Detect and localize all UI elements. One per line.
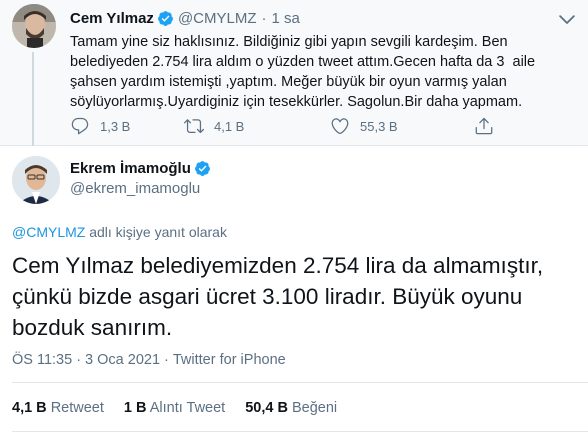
parent-tweet-header: Cem Yılmaz @CMYLMZ · 1 sa <box>70 8 578 28</box>
tweet-source[interactable]: Twitter for iPhone <box>173 352 286 368</box>
stat-label: Alıntı Tweet <box>149 400 226 416</box>
reply-count: 1,3 B <box>100 118 131 134</box>
reply-icon <box>71 117 89 135</box>
author-handle[interactable]: @CMYLMZ <box>178 10 257 27</box>
retweet-button[interactable]: 4,1 B <box>184 116 284 136</box>
avatar[interactable] <box>12 156 60 204</box>
verified-badge-icon <box>194 161 210 176</box>
author-handle[interactable]: @ekrem_imamoglu <box>70 180 200 197</box>
retweet-icon <box>184 119 204 134</box>
parent-tweet-body: Cem Yılmaz @CMYLMZ · 1 sa Tamam yine siz… <box>70 8 578 112</box>
reply-button[interactable]: 1,3 B <box>70 116 170 136</box>
avatar-photo <box>12 156 60 204</box>
like-stat[interactable]: 50,4 B Beğeni <box>245 400 337 416</box>
divider <box>12 382 588 383</box>
stat-label: Retweet <box>50 400 104 416</box>
separator-dot: · <box>164 352 169 368</box>
separator-dot: · <box>261 9 267 27</box>
verified-badge-icon <box>157 10 173 26</box>
tweet-meta: ÖS 11:35 · 3 Oca 2021 · Twitter for iPhone <box>12 352 286 368</box>
tweet-text: Cem Yılmaz belediyemizden 2.754 lira da … <box>12 253 544 340</box>
reply-mention-link[interactable]: @CMYLMZ <box>12 224 85 240</box>
chevron-down-icon[interactable] <box>556 8 578 30</box>
tweet-action-bar: 1,3 B 4,1 B 55,3 B <box>70 116 530 136</box>
share-icon <box>475 117 493 135</box>
divider <box>12 431 588 432</box>
share-button[interactable] <box>474 116 504 136</box>
tweet-date[interactable]: 3 Oca 2021 <box>85 352 160 368</box>
author-name[interactable]: Cem Yılmaz <box>70 10 154 27</box>
stat-label: Beğeni <box>291 400 338 416</box>
thread-connector-line <box>32 52 34 146</box>
like-count: 55,3 B <box>360 118 398 134</box>
stat-value: 1 B <box>123 400 147 416</box>
heart-icon <box>331 118 349 135</box>
avatar[interactable] <box>12 4 56 48</box>
author-name-row: Ekrem İmamoğlu <box>70 160 215 177</box>
avatar-photo <box>12 4 56 48</box>
replying-to: @CMYLMZ adlı kişiye yanıt olarak <box>12 224 227 240</box>
stat-value: 4,1 B <box>12 400 47 416</box>
replying-label: adlı kişiye yanıt olarak <box>85 224 227 240</box>
tweet-time[interactable]: ÖS 11:35 <box>12 352 72 368</box>
parent-tweet[interactable]: Cem Yılmaz @CMYLMZ · 1 sa Tamam yine siz… <box>0 0 588 146</box>
tweet-stats: 4,1 B Retweet 1 B Alıntı Tweet 50,4 B Be… <box>12 400 337 416</box>
like-button[interactable]: 55,3 B <box>330 116 430 136</box>
author-name[interactable]: Ekrem İmamoğlu <box>70 160 191 177</box>
separator-dot: · <box>76 352 82 368</box>
retweet-stat[interactable]: 4,1 B Retweet <box>12 400 104 416</box>
tweet-time[interactable]: 1 sa <box>272 10 300 27</box>
quote-tweet-stat[interactable]: 1 B Alıntı Tweet <box>124 400 225 416</box>
stat-value: 50,4 B <box>245 400 288 416</box>
tweet-text: Tamam yine siz haklısınız. Bildiğiniz gi… <box>70 34 540 110</box>
retweet-count: 4,1 B <box>214 118 245 134</box>
